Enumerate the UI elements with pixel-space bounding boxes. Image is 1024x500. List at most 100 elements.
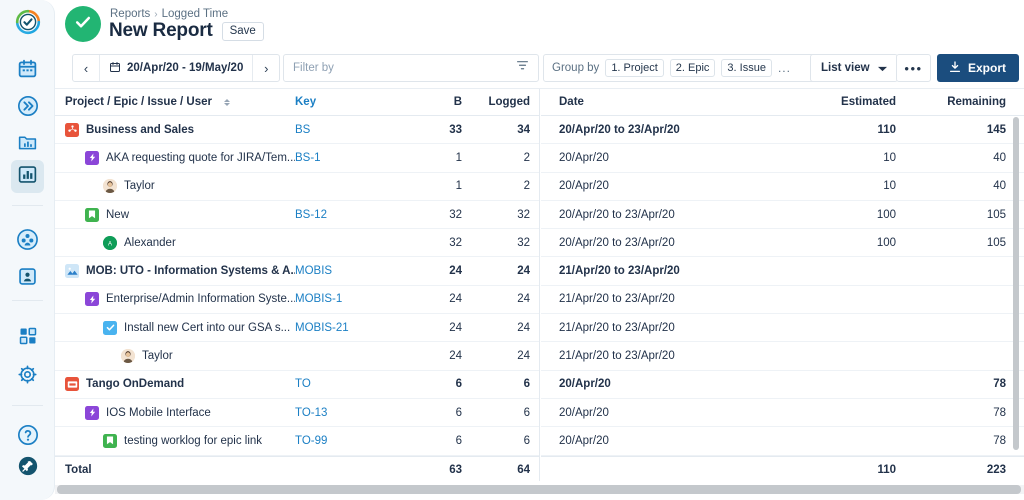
- table-row[interactable]: 21/Apr/20 to 23/Apr/20: [541, 314, 1024, 342]
- sidebar-item-reports[interactable]: [11, 160, 44, 193]
- table-row[interactable]: 21/Apr/20 to 23/Apr/20: [541, 257, 1024, 285]
- horizontal-scrollbar-thumb[interactable]: [57, 485, 1021, 494]
- sidebar-item-accounts[interactable]: [11, 262, 44, 295]
- row-date-value: 20/Apr/20: [541, 435, 766, 447]
- sidebar-item-help[interactable]: [11, 421, 44, 454]
- row-key-link[interactable]: MOBIS-21: [295, 322, 400, 334]
- row-billable-value: 32: [400, 237, 462, 249]
- table-row[interactable]: AAlexander3232: [55, 229, 539, 257]
- table-row[interactable]: testing worklog for epic linkTO-9966: [55, 427, 539, 455]
- column-header-remaining[interactable]: Remaining: [896, 96, 1006, 108]
- filter-input[interactable]: [293, 62, 516, 74]
- view-mode-label: List view: [821, 62, 870, 74]
- table-row[interactable]: Taylor2424: [55, 342, 539, 370]
- row-key-link[interactable]: MOBIS: [295, 265, 400, 277]
- column-header-logged[interactable]: Logged: [462, 96, 530, 108]
- table-header-row-right: Date Estimated Remaining: [541, 89, 1024, 116]
- sidebar-item-tempo-logo[interactable]: [11, 8, 44, 41]
- view-mode-select[interactable]: List view: [810, 54, 898, 82]
- table-row[interactable]: AKA requesting quote for JIRA/Tem...BS-1…: [55, 144, 539, 172]
- column-header-b[interactable]: B: [400, 96, 462, 108]
- sidebar-item-settings[interactable]: [11, 360, 44, 393]
- column-header-date[interactable]: Date: [541, 96, 766, 108]
- table-row[interactable]: 20/Apr/2078: [541, 427, 1024, 455]
- more-actions-button[interactable]: •••: [896, 54, 931, 82]
- row-date-value: 20/Apr/20: [541, 378, 766, 390]
- sort-toggle-icon[interactable]: [224, 99, 230, 106]
- row-remaining-value: 40: [896, 152, 1006, 164]
- export-button[interactable]: Export: [937, 54, 1019, 82]
- row-billable-value: 24: [400, 350, 462, 362]
- row-logged-value: 34: [462, 124, 530, 136]
- row-key-link[interactable]: TO-13: [295, 407, 400, 419]
- sidebar-item-calendar[interactable]: [11, 54, 44, 87]
- table-row[interactable]: 20/Apr/2078: [541, 399, 1024, 427]
- rail-divider: [12, 300, 43, 301]
- filter-funnel-icon[interactable]: [516, 59, 529, 77]
- next-period-button[interactable]: ›: [253, 55, 279, 81]
- table-row[interactable]: NewBS-123232: [55, 201, 539, 229]
- breadcrumb-reports[interactable]: Reports: [110, 8, 150, 20]
- table-row[interactable]: 21/Apr/20 to 23/Apr/20: [541, 342, 1024, 370]
- table-row[interactable]: 20/Apr/20 to 23/Apr/20110145: [541, 116, 1024, 144]
- row-logged-value: 2: [462, 180, 530, 192]
- table-row[interactable]: MOB: UTO - Information Systems & A...MOB…: [55, 257, 539, 285]
- tempo-reports-app: Reports › Logged Time New Report Save ‹ …: [0, 0, 1024, 500]
- table-row[interactable]: 20/Apr/201040: [541, 173, 1024, 201]
- table-total-row: 110223: [541, 456, 1024, 481]
- row-key-link[interactable]: TO-99: [295, 435, 400, 447]
- row-remaining-value: 105: [896, 209, 1006, 221]
- table-row[interactable]: Enterprise/Admin Information Syste...MOB…: [55, 286, 539, 314]
- table-row[interactable]: 21/Apr/20 to 23/Apr/20: [541, 286, 1024, 314]
- row-name-label: Business and Sales: [86, 124, 194, 136]
- row-name-cell: Enterprise/Admin Information Syste...: [55, 292, 295, 306]
- table-row[interactable]: 20/Apr/20 to 23/Apr/20100105: [541, 201, 1024, 229]
- row-logged-value: 32: [462, 237, 530, 249]
- date-range-picker[interactable]: 20/Apr/20 - 19/May/20: [100, 55, 252, 81]
- group-by-chip-epic[interactable]: 2. Epic: [670, 59, 716, 77]
- table-row[interactable]: 20/Apr/201040: [541, 144, 1024, 172]
- row-key-link[interactable]: MOBIS-1: [295, 293, 400, 305]
- row-date-value: 21/Apr/20 to 23/Apr/20: [541, 265, 766, 277]
- row-key-link[interactable]: TO: [295, 378, 400, 390]
- row-logged-value: 6: [462, 435, 530, 447]
- save-button[interactable]: Save: [222, 22, 264, 41]
- report-table: Project / Epic / Issue / User Key B Logg…: [55, 89, 1024, 500]
- group-by-chip-project[interactable]: 1. Project: [605, 59, 663, 77]
- row-name-label: Enterprise/Admin Information Syste...: [106, 293, 295, 305]
- previous-period-button[interactable]: ‹: [73, 55, 99, 81]
- table-row[interactable]: Business and SalesBS3334: [55, 116, 539, 144]
- row-key-link[interactable]: BS-1: [295, 152, 400, 164]
- table-row[interactable]: 20/Apr/20 to 23/Apr/20100105: [541, 229, 1024, 257]
- breadcrumb: Reports › Logged Time: [110, 8, 228, 20]
- breadcrumb-logged-time[interactable]: Logged Time: [162, 8, 229, 20]
- total-billable-value: 63: [400, 464, 462, 476]
- table-row[interactable]: Install new Cert into our GSA s...MOBIS-…: [55, 314, 539, 342]
- sidebar-item-timesheets[interactable]: [11, 92, 44, 125]
- table-row[interactable]: 20/Apr/2078: [541, 371, 1024, 399]
- table-row[interactable]: Tango OnDemandTO66: [55, 371, 539, 399]
- row-name-label: AKA requesting quote for JIRA/Tem...: [106, 152, 295, 164]
- table-row[interactable]: Taylor12: [55, 173, 539, 201]
- row-name-label: IOS Mobile Interface: [106, 407, 211, 419]
- column-header-estimated[interactable]: Estimated: [766, 96, 896, 108]
- sidebar-item-pin[interactable]: [11, 452, 44, 485]
- sidebar-item-reports-folder[interactable]: [11, 128, 44, 161]
- row-billable-value: 24: [400, 265, 462, 277]
- sidebar-item-teams[interactable]: [11, 225, 44, 258]
- horizontal-scrollbar-track[interactable]: [55, 485, 1024, 494]
- column-header-name[interactable]: Project / Epic / Issue / User: [55, 96, 295, 108]
- row-key-link[interactable]: BS: [295, 124, 400, 136]
- gear-icon: [17, 364, 38, 390]
- table-row[interactable]: IOS Mobile InterfaceTO-1366: [55, 399, 539, 427]
- sidebar-item-apps[interactable]: [11, 322, 44, 355]
- total-remaining-value: 223: [896, 464, 1006, 476]
- group-by-chip-issue[interactable]: 3. Issue: [721, 59, 772, 77]
- row-logged-value: 32: [462, 209, 530, 221]
- column-header-key[interactable]: Key: [295, 96, 400, 108]
- vertical-scrollbar-thumb[interactable]: [1013, 117, 1019, 450]
- row-name-cell: AKA requesting quote for JIRA/Tem...: [55, 151, 295, 165]
- table-total-row: Total6364: [55, 456, 539, 481]
- row-key-link[interactable]: BS-12: [295, 209, 400, 221]
- group-by-more-button[interactable]: ...: [778, 61, 791, 75]
